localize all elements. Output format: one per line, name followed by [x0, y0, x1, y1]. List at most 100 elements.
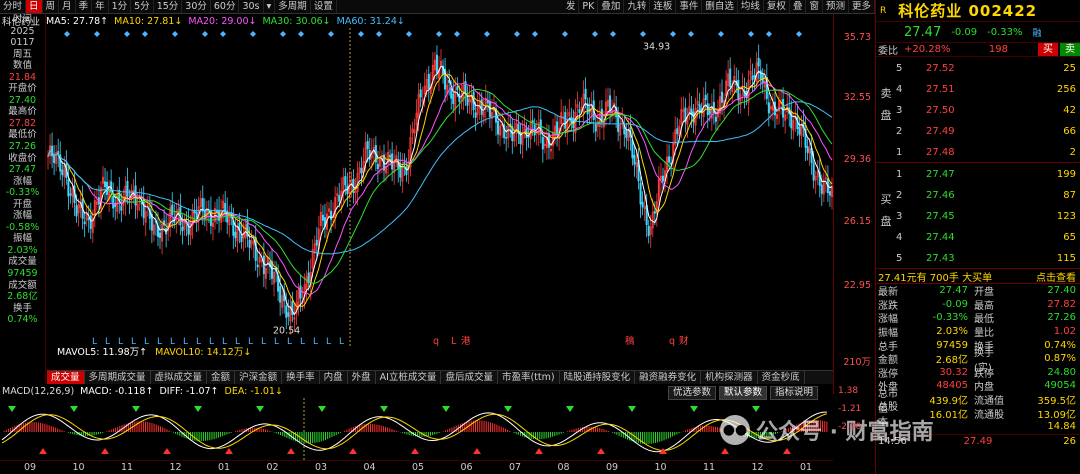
tool-3[interactable]: 九转 — [624, 0, 651, 13]
candle-body — [75, 205, 78, 217]
info-24: 2.68亿 — [7, 291, 38, 303]
asks-side-char-1: 盘 — [880, 109, 892, 122]
candle-body — [171, 204, 174, 216]
signal-diamond — [688, 31, 694, 37]
asks-vol: 66 — [1063, 126, 1076, 137]
tab-2[interactable]: 虚拟成交量 — [151, 371, 208, 384]
tab-13[interactable]: 机构探测器 — [701, 371, 758, 384]
candle-body — [181, 226, 184, 232]
candlestick-chart[interactable]: 34.93 20.54 L L L L L L L L L L L L L L L L L L L Lq L 港稿 q 财 — [47, 28, 833, 348]
bids-level: 1 — [896, 169, 903, 180]
buy-arrow — [411, 448, 419, 454]
buy-arrow — [473, 448, 481, 454]
tool-1[interactable]: PK — [579, 0, 599, 13]
candle-body — [647, 225, 650, 236]
tab-3[interactable]: 金额 — [207, 371, 236, 384]
period-4[interactable]: 季 — [76, 0, 93, 13]
period-0[interactable]: 分时 — [0, 0, 27, 13]
signal-diamond — [748, 31, 754, 37]
x-tick-15: 12 — [751, 462, 764, 473]
period-9[interactable]: 30分 — [182, 0, 211, 13]
candle-body — [456, 86, 459, 91]
detail-val: -0.33% — [932, 312, 968, 324]
period-11[interactable]: 30s — [239, 0, 264, 13]
signal-diamond — [328, 31, 334, 37]
candle-body — [759, 70, 762, 80]
big-order-link[interactable]: 点击查看 — [1036, 269, 1080, 284]
tab-1[interactable]: 多周期成交量 — [85, 371, 151, 384]
tool-2[interactable]: 叠加 — [598, 0, 625, 13]
info-7: 27.40 — [8, 94, 37, 106]
candle-body — [505, 136, 508, 139]
tab-9[interactable]: 盘后成交量 — [441, 371, 498, 384]
signal-diamond — [514, 31, 520, 37]
data-window: 时间 2025 0117 周五 数值 21.84 开盘价 27.40 最高价 27.82 最低价 27… — [0, 14, 46, 384]
tab-11[interactable]: 陆股通持股变化 — [560, 371, 636, 384]
candle-body — [594, 124, 597, 132]
tab-12[interactable]: 融资融券变化 — [635, 371, 702, 384]
period-10[interactable]: 60分 — [211, 0, 240, 13]
signal-diamond — [484, 31, 490, 37]
detail-val: -0.09 — [942, 298, 968, 310]
period-13[interactable]: 多周期 — [275, 0, 311, 13]
kline-svg[interactable]: 34.9320.54L L L L L L L L L L L L L L L L L L L Lq L 港稿 q 财 — [47, 28, 833, 348]
tool-11[interactable]: 预测 — [823, 0, 849, 13]
period-7[interactable]: 5分 — [131, 0, 154, 13]
period-5[interactable]: 年 — [92, 0, 109, 13]
x-tick-4: 01 — [218, 462, 231, 473]
macd-svg[interactable] — [0, 398, 833, 460]
tab-8[interactable]: AI立桩成交量 — [376, 371, 442, 384]
period-1[interactable]: 日 — [26, 0, 43, 13]
period-6[interactable]: 1分 — [109, 0, 132, 13]
info-1: 2025 — [10, 25, 35, 37]
tool-9[interactable]: 叠 — [790, 0, 807, 13]
tool-0[interactable]: 发 — [563, 0, 580, 13]
tool-7[interactable]: 均线 — [738, 0, 764, 13]
bids-vol: 115 — [1056, 253, 1076, 264]
period-2[interactable]: 周 — [43, 0, 60, 13]
ma60-label: MA60: 31.24↓ — [336, 15, 405, 27]
tool-10[interactable]: 窗 — [806, 0, 823, 13]
sell-button[interactable]: 卖 — [1060, 43, 1080, 56]
tool-8[interactable]: 复权 — [764, 0, 790, 13]
signal-diamond — [454, 31, 460, 37]
dea-line — [1, 413, 828, 451]
candle-body — [234, 231, 237, 239]
info-13: 27.47 — [8, 164, 37, 176]
tool-5[interactable]: 事件 — [676, 0, 703, 13]
x-tick-7: 04 — [363, 462, 376, 473]
x-tick-2: 11 — [121, 462, 134, 473]
tab-4[interactable]: 沪深金额 — [235, 371, 283, 384]
r-badge: R — [880, 5, 887, 16]
tab-14[interactable]: 资金秒底 — [758, 371, 805, 384]
period-12[interactable]: ▾ — [264, 0, 276, 13]
candle-body — [641, 201, 644, 208]
tool-12[interactable]: 更多 — [849, 0, 875, 13]
period-8[interactable]: 15分 — [154, 0, 183, 13]
stock-name: 科伦药业 002422 — [898, 2, 1038, 20]
x-tick-16: 01 — [800, 462, 813, 473]
macd-panel[interactable] — [0, 398, 833, 460]
tab-0[interactable]: 成交量 — [47, 371, 85, 384]
candle-body — [668, 156, 671, 163]
period-3[interactable]: 月 — [59, 0, 76, 13]
tool-4[interactable]: 连板 — [650, 0, 677, 13]
tab-10[interactable]: 市盈率(ttm) — [498, 371, 560, 384]
bids-vol: 199 — [1056, 169, 1076, 180]
bids-vol: 123 — [1056, 211, 1076, 222]
tab-6[interactable]: 内盘 — [320, 371, 348, 384]
detail-row-3: 振幅 2.03% 量比 1.02 — [876, 325, 1080, 339]
info-4: 数值 — [12, 60, 32, 72]
candle-body — [828, 191, 831, 196]
tab-7[interactable]: 外盘 — [348, 371, 376, 384]
period-14[interactable]: 设置 — [311, 0, 337, 13]
buy-button[interactable]: 买 — [1038, 43, 1058, 56]
macd-tick-2: -2.90 — [838, 422, 862, 432]
tab-5[interactable]: 换手率 — [282, 371, 320, 384]
candle-body — [126, 181, 129, 197]
asks-price: 27.49 — [926, 126, 955, 137]
asks-vol: 256 — [1056, 84, 1076, 95]
detail-val2: 27.26 — [1047, 312, 1076, 324]
tool-6[interactable]: 删自选 — [702, 0, 738, 13]
info-2: 0117 — [10, 37, 35, 49]
